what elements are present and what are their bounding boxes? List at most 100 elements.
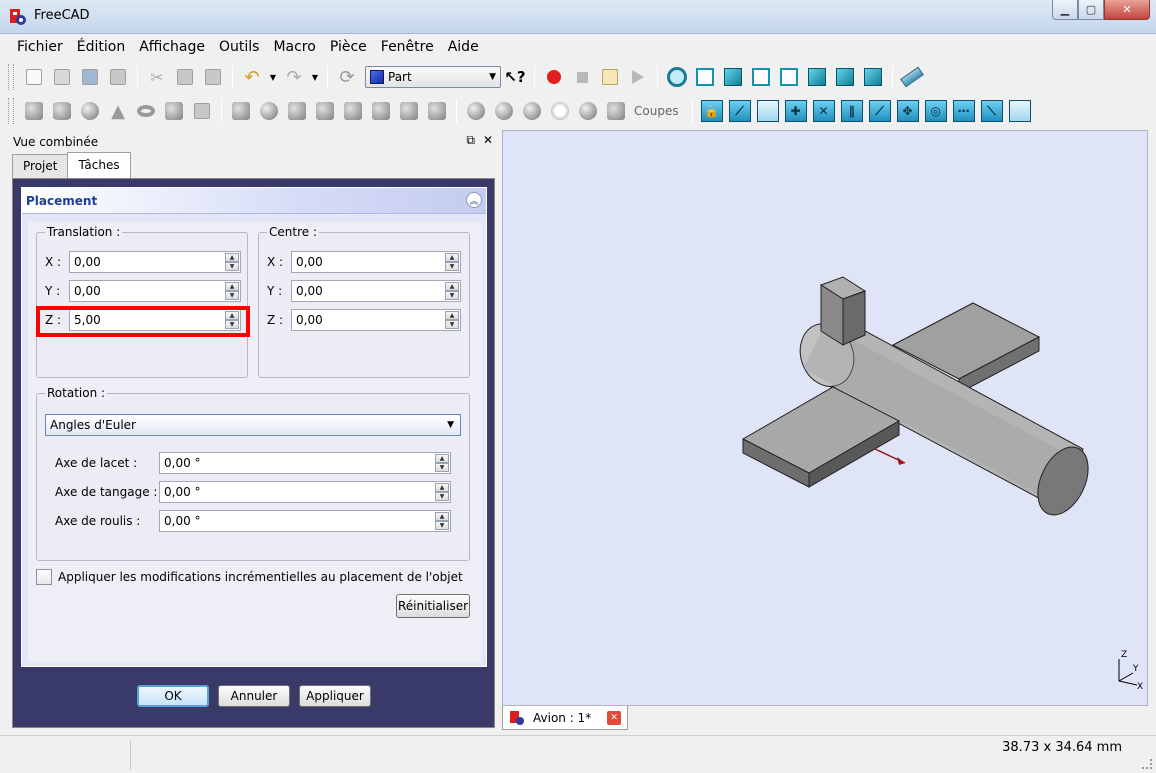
spin-up-icon[interactable]: ▲ bbox=[225, 282, 239, 291]
spin-down-icon[interactable]: ▼ bbox=[445, 320, 459, 329]
view-front-button[interactable] bbox=[721, 65, 745, 89]
part-revolve-button[interactable] bbox=[257, 99, 281, 123]
menu-fichier[interactable]: Fichier bbox=[10, 34, 70, 60]
view-rear-button[interactable] bbox=[805, 65, 829, 89]
section-button[interactable] bbox=[576, 99, 600, 123]
constraint-dots-button[interactable]: ⋯ bbox=[952, 99, 976, 123]
cut-button[interactable]: ✂ bbox=[145, 65, 169, 89]
toolbar-grip[interactable] bbox=[8, 64, 14, 90]
incremental-checkbox[interactable] bbox=[36, 569, 52, 585]
close-button[interactable]: ✕ bbox=[1104, 0, 1150, 20]
macro-edit-button[interactable] bbox=[598, 65, 622, 89]
close-panel-icon[interactable]: ✕ bbox=[483, 133, 493, 148]
fuse-button[interactable] bbox=[520, 99, 544, 123]
centre-y-field[interactable]: 0,00 ▲ ▼ bbox=[291, 280, 461, 302]
constraint-fixed-button[interactable]: ✚ bbox=[784, 99, 808, 123]
spin-down-icon[interactable]: ▼ bbox=[435, 463, 449, 472]
coupes-label[interactable]: Coupes bbox=[634, 104, 679, 118]
roll-field[interactable]: 0,00 ° ▲ ▼ bbox=[159, 510, 451, 532]
constraint-lock-button[interactable]: 🔒 bbox=[700, 99, 724, 123]
part-sphere-button[interactable] bbox=[78, 99, 102, 123]
whats-this-button[interactable]: ↖? bbox=[503, 65, 527, 89]
cross-sections-button[interactable] bbox=[604, 99, 628, 123]
centre-z-field[interactable]: 0,00 ▲ ▼ bbox=[291, 309, 461, 331]
constraint-parallel-button[interactable]: ∥ bbox=[840, 99, 864, 123]
3d-viewport[interactable]: Z Y X bbox=[502, 130, 1148, 706]
spin-down-icon[interactable]: ▼ bbox=[225, 262, 239, 271]
tab-projet[interactable]: Projet bbox=[12, 154, 69, 178]
spin-up-icon[interactable]: ▲ bbox=[435, 512, 449, 521]
part-ruled-surface-button[interactable] bbox=[369, 99, 393, 123]
yaw-field[interactable]: 0,00 ° ▲ ▼ bbox=[159, 452, 451, 474]
part-fillet-button[interactable] bbox=[313, 99, 337, 123]
workbench-selector[interactable]: Part ▼ bbox=[365, 66, 501, 88]
part-loft-button[interactable] bbox=[397, 99, 421, 123]
view-axonometric-button[interactable] bbox=[693, 65, 717, 89]
menu-macro[interactable]: Macro bbox=[266, 34, 322, 60]
collapse-icon[interactable]: ︽ bbox=[466, 192, 482, 208]
part-extrude-button[interactable] bbox=[229, 99, 253, 123]
part-torus-button[interactable] bbox=[134, 99, 158, 123]
undo-dropdown[interactable]: ▼ bbox=[268, 65, 278, 89]
maximize-button[interactable]: ▢ bbox=[1078, 0, 1104, 20]
refresh-button[interactable]: ⟳ bbox=[335, 65, 359, 89]
common-button[interactable] bbox=[548, 99, 572, 123]
translation-x-field[interactable]: 0,00 ▲ ▼ bbox=[69, 251, 241, 273]
redo-button[interactable]: ↷ bbox=[282, 65, 306, 89]
float-panel-icon[interactable]: ⧉ bbox=[466, 133, 475, 148]
menu-edition[interactable]: Édition bbox=[70, 34, 132, 60]
menu-piece[interactable]: Pièce bbox=[323, 34, 374, 60]
part-chamfer-button[interactable] bbox=[341, 99, 365, 123]
spin-down-icon[interactable]: ▼ bbox=[225, 291, 239, 300]
part-shape-builder-button[interactable] bbox=[190, 99, 214, 123]
minimize-button[interactable]: ▁ bbox=[1052, 0, 1078, 20]
macro-run-button[interactable] bbox=[626, 65, 650, 89]
pitch-field[interactable]: 0,00 ° ▲ ▼ bbox=[159, 481, 451, 503]
constraint-tangent-button[interactable]: ⟋ bbox=[868, 99, 892, 123]
spin-up-icon[interactable]: ▲ bbox=[445, 253, 459, 262]
document-tab[interactable]: Avion : 1* ✕ bbox=[502, 706, 628, 730]
macro-record-button[interactable] bbox=[542, 65, 566, 89]
spin-down-icon[interactable]: ▼ bbox=[445, 291, 459, 300]
spin-up-icon[interactable]: ▲ bbox=[435, 483, 449, 492]
part-cone-button[interactable]: ▲ bbox=[106, 99, 130, 123]
view-left-button[interactable] bbox=[861, 65, 885, 89]
redo-dropdown[interactable]: ▼ bbox=[310, 65, 320, 89]
spin-up-icon[interactable]: ▲ bbox=[435, 454, 449, 463]
tab-taches[interactable]: Tâches bbox=[67, 152, 131, 179]
save-button[interactable] bbox=[78, 65, 102, 89]
spin-down-icon[interactable]: ▼ bbox=[435, 492, 449, 501]
spin-up-icon[interactable]: ▲ bbox=[225, 253, 239, 262]
translation-y-field[interactable]: 0,00 ▲ ▼ bbox=[69, 280, 241, 302]
ok-button[interactable]: OK bbox=[137, 685, 209, 707]
new-file-button[interactable] bbox=[22, 65, 46, 89]
boolean-button[interactable] bbox=[464, 99, 488, 123]
copy-button[interactable] bbox=[173, 65, 197, 89]
macro-stop-button[interactable] bbox=[570, 65, 594, 89]
spin-up-icon[interactable]: ▲ bbox=[445, 311, 459, 320]
part-sweep-button[interactable] bbox=[425, 99, 449, 123]
part-mirror-button[interactable] bbox=[285, 99, 309, 123]
close-tab-icon[interactable]: ✕ bbox=[607, 710, 622, 725]
apply-button[interactable]: Appliquer bbox=[299, 685, 371, 707]
menu-fenetre[interactable]: Fenêtre bbox=[374, 34, 441, 60]
undo-button[interactable]: ↶ bbox=[240, 65, 264, 89]
resize-grip-icon[interactable] bbox=[1142, 759, 1152, 769]
view-right-button[interactable] bbox=[777, 65, 801, 89]
spin-down-icon[interactable]: ▼ bbox=[435, 521, 449, 530]
fit-all-button[interactable] bbox=[665, 65, 689, 89]
cancel-button[interactable]: Annuler bbox=[218, 685, 290, 707]
constraint-concentric-button[interactable]: ◎ bbox=[924, 99, 948, 123]
reset-button[interactable]: Réinitialiser bbox=[396, 594, 470, 618]
open-file-button[interactable] bbox=[50, 65, 74, 89]
part-primitives-button[interactable] bbox=[162, 99, 186, 123]
constraint-cross-button[interactable]: ✕ bbox=[812, 99, 836, 123]
constraint-coincident-button[interactable]: ⟋ bbox=[728, 99, 752, 123]
paste-button[interactable] bbox=[201, 65, 225, 89]
toolbar-grip[interactable] bbox=[8, 98, 14, 124]
part-cylinder-button[interactable] bbox=[50, 99, 74, 123]
constraint-blank-2-button[interactable] bbox=[1008, 99, 1032, 123]
menu-aide[interactable]: Aide bbox=[441, 34, 486, 60]
view-top-button[interactable] bbox=[749, 65, 773, 89]
part-box-button[interactable] bbox=[22, 99, 46, 123]
